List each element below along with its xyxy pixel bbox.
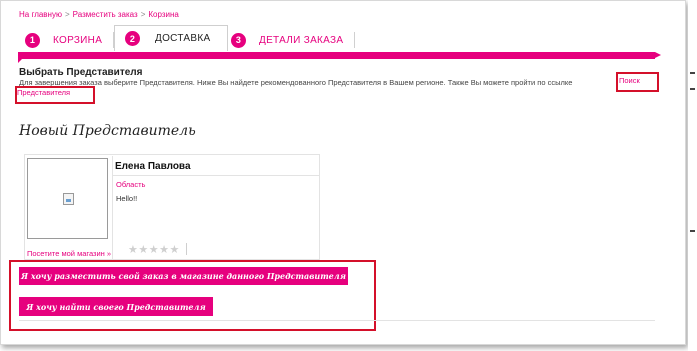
highlight-box (616, 72, 659, 92)
tab-divider (354, 32, 355, 48)
edge-mark (690, 230, 695, 232)
tab-order-details[interactable]: 3 ДЕТАЛИ ЗАКАЗА (231, 28, 343, 52)
card-divider (112, 175, 319, 176)
breadcrumb: На главную > Разместить заказ > Корзина (19, 10, 179, 19)
checkout-steps: 1 КОРЗИНА 2 ДОСТАВКА 3 ДЕТАЛИ ЗАКАЗА (18, 25, 658, 52)
edge-mark (690, 72, 695, 74)
tab-label: ДЕТАЛИ ЗАКАЗА (259, 34, 344, 46)
section-description: Для завершения заказа выберите Представи… (19, 78, 573, 87)
breadcrumb-sep: > (140, 10, 146, 19)
step-number: 3 (231, 32, 246, 48)
rating-stars[interactable]: ★★★★★ (128, 243, 180, 256)
bottom-divider (19, 320, 655, 321)
rating-divider (186, 243, 187, 255)
breadcrumb-cart[interactable]: Корзина (148, 10, 178, 19)
section-title: Выбрать Представителя (19, 67, 143, 78)
tab-delivery[interactable]: 2 ДОСТАВКА (114, 25, 228, 51)
step-number: 2 (125, 31, 140, 46)
broken-image-icon (63, 193, 74, 205)
highlight-box (15, 86, 95, 104)
card-divider (112, 156, 113, 260)
breadcrumb-home[interactable]: На главную (19, 10, 62, 19)
rep-message: Hello!! (116, 194, 138, 203)
rep-region[interactable]: Область (116, 180, 145, 189)
breadcrumb-place-order[interactable]: Разместить заказ (73, 10, 138, 19)
rep-name: Елена Павлова (115, 161, 191, 172)
edge-mark (690, 88, 695, 90)
tab-cart[interactable]: 1 КОРЗИНА (25, 28, 102, 52)
steps-bar (18, 52, 661, 63)
breadcrumb-sep: > (64, 10, 70, 19)
step-number: 1 (25, 32, 40, 48)
visit-store-link[interactable]: Посетите мой магазин » (27, 249, 111, 258)
tab-label: КОРЗИНА (53, 34, 103, 46)
tab-label: ДОСТАВКА (155, 33, 211, 44)
new-rep-heading: Новый Представитель (19, 123, 196, 139)
rep-photo (27, 158, 108, 239)
right-edge (688, 0, 697, 351)
